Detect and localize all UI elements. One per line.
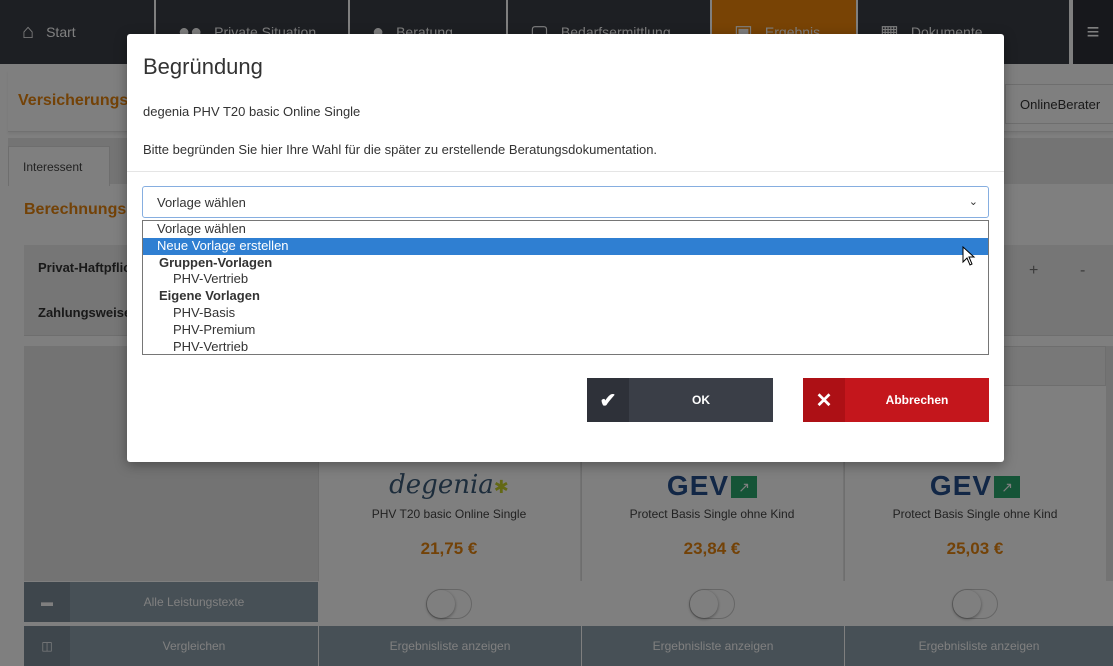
close-icon: ✕ [803, 378, 845, 422]
option-vorlage-waehlen[interactable]: Vorlage wählen [143, 221, 988, 238]
optgroup-eigene-vorlagen: Eigene Vorlagen [159, 288, 260, 304]
option-phv-vertrieb[interactable]: PHV-Vertrieb [143, 271, 988, 288]
option-phv-vertrieb[interactable]: PHV-Vertrieb [143, 339, 988, 356]
dialog-instruction: Bitte begründen Sie hier Ihre Wahl für d… [143, 142, 658, 157]
chevron-down-icon: ⌄ [968, 196, 978, 208]
dialog-title: Begründung [143, 54, 263, 79]
divider [127, 171, 1004, 172]
ok-label: OK [692, 393, 710, 407]
optgroup-gruppen-vorlagen: Gruppen-Vorlagen [159, 254, 273, 270]
cancel-button[interactable]: ✕ Abbrechen [803, 378, 989, 422]
checkmark-icon: ✔ [587, 378, 629, 422]
justification-dialog: Begründung degenia PHV T20 basic Online … [127, 34, 1004, 462]
cancel-label: Abbrechen [885, 393, 949, 407]
ok-button[interactable]: ✔ OK [587, 378, 773, 422]
template-dropdown-list: Vorlage wählen Neue Vorlage erstellen Gr… [142, 220, 989, 355]
select-value: Vorlage wählen [157, 194, 246, 210]
option-phv-basis[interactable]: PHV-Basis [143, 305, 988, 322]
mouse-pointer-icon [962, 246, 976, 266]
dialog-product-name: degenia PHV T20 basic Online Single [143, 104, 361, 119]
option-neue-vorlage[interactable]: Neue Vorlage erstellen [143, 237, 988, 255]
template-select[interactable]: Vorlage wählen ⌄ [142, 186, 989, 218]
option-phv-premium[interactable]: PHV-Premium [143, 322, 988, 339]
